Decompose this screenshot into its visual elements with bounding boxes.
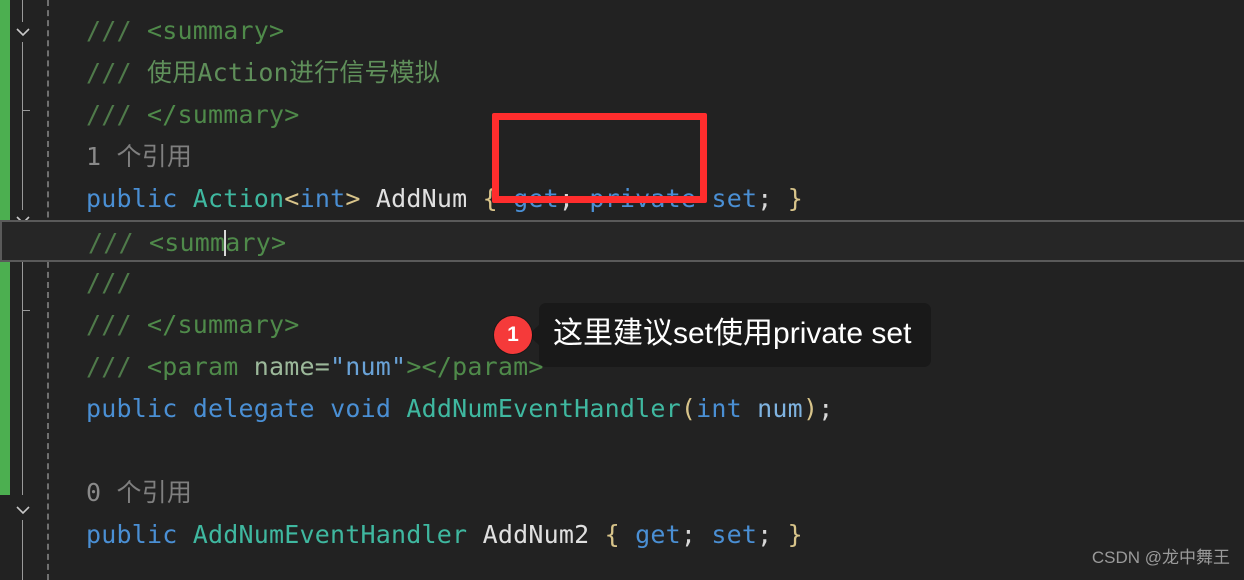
code-token: ; [757,520,788,549]
code-line[interactable]: /// [0,262,1244,304]
code-token: 1 [86,142,117,171]
code-line[interactable] [0,556,1244,580]
annotation-callout: 1 这里建议set使用private set [494,303,932,367]
code-token: AddNumEventHandler [406,394,681,423]
code-token: ; [558,184,590,213]
code-line[interactable]: /// <summary> [0,10,1244,52]
code-token: <summary> [147,16,285,45]
code-token: get [635,520,681,549]
code-token: ary> [225,228,287,257]
code-token: /// [86,310,148,339]
code-token: /// [86,268,148,297]
code-token: /// [88,228,150,257]
code-line[interactable]: 1 个引用 [0,136,1244,178]
code-token: } [787,184,803,213]
code-token: ) [802,394,819,423]
code-token: </summary> [147,310,300,339]
code-token: { [604,520,620,549]
code-token: AddNum [360,184,483,213]
code-token: num [757,394,803,423]
code-token: <param [147,352,254,381]
code-token: ( [680,394,697,423]
code-token: delegate [192,394,315,423]
code-token: <summ [149,228,226,257]
code-line[interactable]: public delegate void AddNumEventHandler(… [0,388,1244,430]
code-line[interactable] [0,430,1244,472]
code-line[interactable]: public Action<int> AddNum { get; private… [0,178,1244,220]
code-token: 个引用 [116,478,193,507]
code-token: /// [86,100,148,129]
code-token: /// [86,352,148,381]
code-line[interactable]: 0 个引用 [0,472,1244,514]
code-line[interactable]: /// </summary> [0,94,1244,136]
code-token: ; [680,520,712,549]
code-token: get [513,184,559,213]
code-token: ; [818,394,834,423]
code-token: private [589,184,697,213]
annotation-badge: 1 [494,316,532,354]
code-token: 使用Action进行信号模拟 [147,58,441,87]
code-editor-screenshot: /// <summary>/// 使用Action进行信号模拟/// </sum… [0,0,1244,580]
code-token: "num" [330,352,407,381]
code-token: int [299,184,346,213]
code-token: /// [86,16,148,45]
code-token: public [86,394,178,423]
code-token: < [284,184,300,213]
code-token: { [482,184,498,213]
code-token: Action [192,184,285,213]
code-token: 个引用 [116,142,193,171]
code-line[interactable]: public AddNumEventHandler AddNum2 { get;… [0,514,1244,556]
code-token: > [345,184,361,213]
code-token: void [330,394,392,423]
code-token: set [711,184,758,213]
code-token: </summary> [147,100,300,129]
code-token: 0 [86,478,117,507]
code-token: AddNum2 [467,520,605,549]
code-token: set [711,520,758,549]
code-line[interactable]: /// 使用Action进行信号模拟 [0,52,1244,94]
annotation-text: 这里建议set使用private set [539,303,932,367]
code-line-current[interactable]: /// <summary> [0,220,1244,262]
watermark: CSDN @龙中舞王 [1091,548,1230,567]
code-token: ; [757,184,788,213]
code-token: AddNumEventHandler [192,520,468,549]
code-token: int [696,394,742,423]
code-token: } [787,520,803,549]
code-token: /// [86,58,148,87]
code-token: name= [253,352,331,381]
code-token: public [86,184,178,213]
code-token: public [86,520,178,549]
